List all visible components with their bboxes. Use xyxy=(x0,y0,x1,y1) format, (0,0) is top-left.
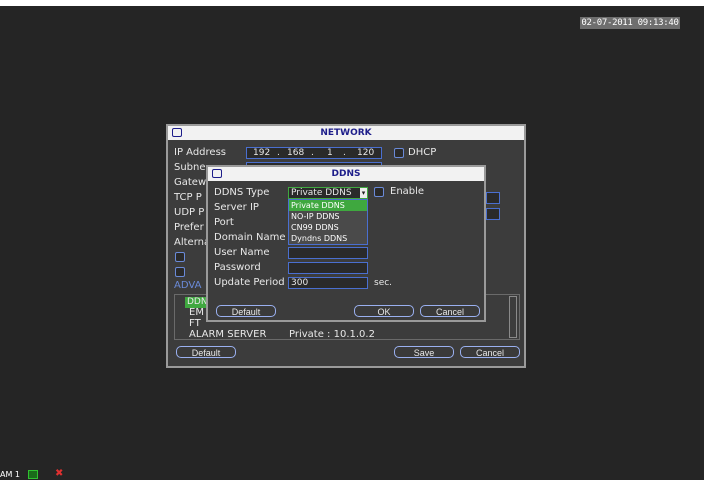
alarm-server-value: Private : 10.1.0.2 xyxy=(289,329,375,340)
datetime-display: 02-07-2011 09:13:40 xyxy=(580,17,680,29)
server-ip-label: Server IP xyxy=(214,202,259,213)
ip-dot-3: . xyxy=(343,148,346,158)
update-period-field[interactable]: 300 xyxy=(288,277,368,289)
enable-checkbox[interactable] xyxy=(374,187,384,197)
ddns-default-button[interactable]: Default xyxy=(216,305,276,317)
enable-label: Enable xyxy=(390,186,425,197)
dhcp-label: DHCP xyxy=(408,147,437,158)
ip-dot-1: . xyxy=(277,148,280,158)
user-name-field[interactable] xyxy=(288,247,368,259)
domain-name-label: Domain Name xyxy=(214,232,286,243)
record-icon xyxy=(28,470,38,479)
network-title: NETWORK xyxy=(320,128,372,138)
ip-octet-2[interactable]: 168 xyxy=(287,148,304,158)
ddns-ok-button[interactable]: OK xyxy=(354,305,414,317)
ip-octet-3[interactable]: 1 xyxy=(327,148,333,158)
tcp-port-label: TCP P xyxy=(174,192,202,203)
update-period-label: Update Period xyxy=(214,277,285,288)
ddns-option-dyndns[interactable]: Dyndns DDNS xyxy=(289,233,367,244)
ip-address-label: IP Address xyxy=(174,147,226,158)
ddns-type-label: DDNS Type xyxy=(214,187,270,198)
ip-address-field[interactable]: 192 . 168 . 1 . 120 xyxy=(246,147,382,159)
channel-label: AM 1 xyxy=(0,470,21,479)
network-titlebar: NETWORK xyxy=(168,126,524,140)
network-cancel-button[interactable]: Cancel xyxy=(460,346,520,358)
ddns-option-cn99[interactable]: CN99 DDNS xyxy=(289,222,367,233)
list-scrollbar[interactable] xyxy=(509,296,517,338)
ddns-dialog: DDNS DDNS Type Private DDNS ▾ Enable Pri… xyxy=(206,165,486,322)
user-name-label: User Name xyxy=(214,247,270,258)
top-border xyxy=(0,0,704,6)
ddns-icon xyxy=(212,169,222,178)
port-label: Port xyxy=(214,217,234,228)
update-period-unit: sec. xyxy=(374,278,393,288)
network-right-field-2[interactable] xyxy=(486,208,500,220)
network-save-button[interactable]: Save xyxy=(394,346,454,358)
ddns-type-select[interactable]: Private DDNS xyxy=(288,187,368,199)
alarm-server-label[interactable]: ALARM SERVER xyxy=(189,329,266,341)
advanced-label: ADVA xyxy=(174,280,202,291)
network-default-button[interactable]: Default xyxy=(176,346,236,358)
ddns-titlebar: DDNS xyxy=(208,167,484,181)
ddns-option-noip[interactable]: NO-IP DDNS xyxy=(289,211,367,222)
password-label: Password xyxy=(214,262,261,273)
network-icon xyxy=(172,128,182,137)
preferred-dns-label: Prefer xyxy=(174,222,204,233)
alarm-icon: ✖ xyxy=(55,468,64,479)
ip-dot-2: . xyxy=(311,148,314,158)
alternate-dns-label: Alterna xyxy=(174,237,211,248)
chevron-down-icon[interactable]: ▾ xyxy=(360,188,367,198)
dhcp-checkbox[interactable] xyxy=(394,148,404,158)
ddns-type-dropdown[interactable]: Private DDNS NO-IP DDNS CN99 DDNS Dyndns… xyxy=(288,199,368,245)
ddns-title: DDNS xyxy=(331,169,361,179)
gateway-label: Gatew xyxy=(174,177,207,188)
ddns-cancel-button[interactable]: Cancel xyxy=(420,305,480,317)
udp-port-label: UDP P xyxy=(174,207,205,218)
network-right-field-1[interactable] xyxy=(486,192,500,204)
ddns-type-value: Private DDNS xyxy=(291,188,352,198)
ip-octet-4[interactable]: 120 xyxy=(357,148,374,158)
option-checkbox-2[interactable] xyxy=(175,267,185,277)
update-period-value: 300 xyxy=(291,278,309,288)
ddns-option-private[interactable]: Private DDNS xyxy=(289,200,367,211)
option-checkbox-1[interactable] xyxy=(175,252,185,262)
password-field[interactable] xyxy=(288,262,368,274)
ip-octet-1[interactable]: 192 xyxy=(253,148,270,158)
subnet-label: Subne xyxy=(174,162,206,173)
